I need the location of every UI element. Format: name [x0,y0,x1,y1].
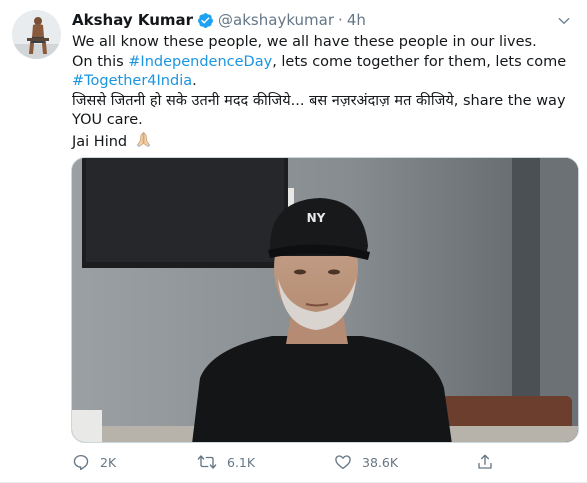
hashtag-together4india-link[interactable]: #Together4India [72,73,192,89]
tweet-text-segment: On this [72,53,129,70]
avatar[interactable] [12,10,61,59]
tweet-text: We all know these people, we all have th… [72,33,572,154]
tweet-line-3: #Together4India. [72,72,572,92]
avatar-image [12,10,61,59]
tweet-line-6: Jai Hind [72,131,572,155]
tweet-text-segment: , lets come together for them, lets come [272,53,567,70]
verified-badge-icon [197,12,214,29]
author-name[interactable]: Akshay Kumar [72,10,193,30]
tweet-text-segment: . [192,73,197,89]
tweet-card[interactable]: Akshay Kumar @akshaykumar · 4h We all kn… [0,0,587,483]
reply-count: 2K [100,454,117,470]
tweet-actions: 2K 6.1K 38.6K [72,453,512,475]
like-count: 38.6K [362,454,399,470]
retweet-icon [197,455,217,469]
more-options-chevron-down-icon[interactable] [555,12,573,30]
like-button[interactable]: 38.6K [334,453,398,471]
hashtag-independenceday-link[interactable]: #IndependenceDay [128,54,272,70]
video-frame: NY [72,158,578,442]
tweet-header: Akshay Kumar @akshaykumar · 4h [72,10,366,30]
tweet-video[interactable]: NY [71,157,579,443]
author-handle[interactable]: @akshaykumar [218,10,334,30]
reply-button[interactable]: 2K [72,453,116,471]
tweet-line-4: जिससे जितनी हो सके उतनी मदद कीजिये... बस… [72,92,566,109]
heart-icon [335,455,351,470]
tweet-text-segment: Jai Hind [72,133,128,150]
tweet-line-5: YOU care. [72,112,143,128]
folded-hands-emoji-icon [135,131,152,155]
retweet-count: 6.1K [227,454,256,470]
header-separator: · [338,11,343,29]
retweet-button[interactable]: 6.1K [197,453,255,471]
svg-text:NY: NY [307,211,326,225]
tweet-line-1: We all know these people, we all have th… [72,34,537,50]
share-icon [478,454,492,469]
share-button[interactable] [476,453,504,471]
tweet-line-2: On this #IndependenceDay, lets come toge… [72,53,572,73]
reply-icon [73,454,89,471]
tweet-timestamp[interactable]: 4h [347,10,366,30]
